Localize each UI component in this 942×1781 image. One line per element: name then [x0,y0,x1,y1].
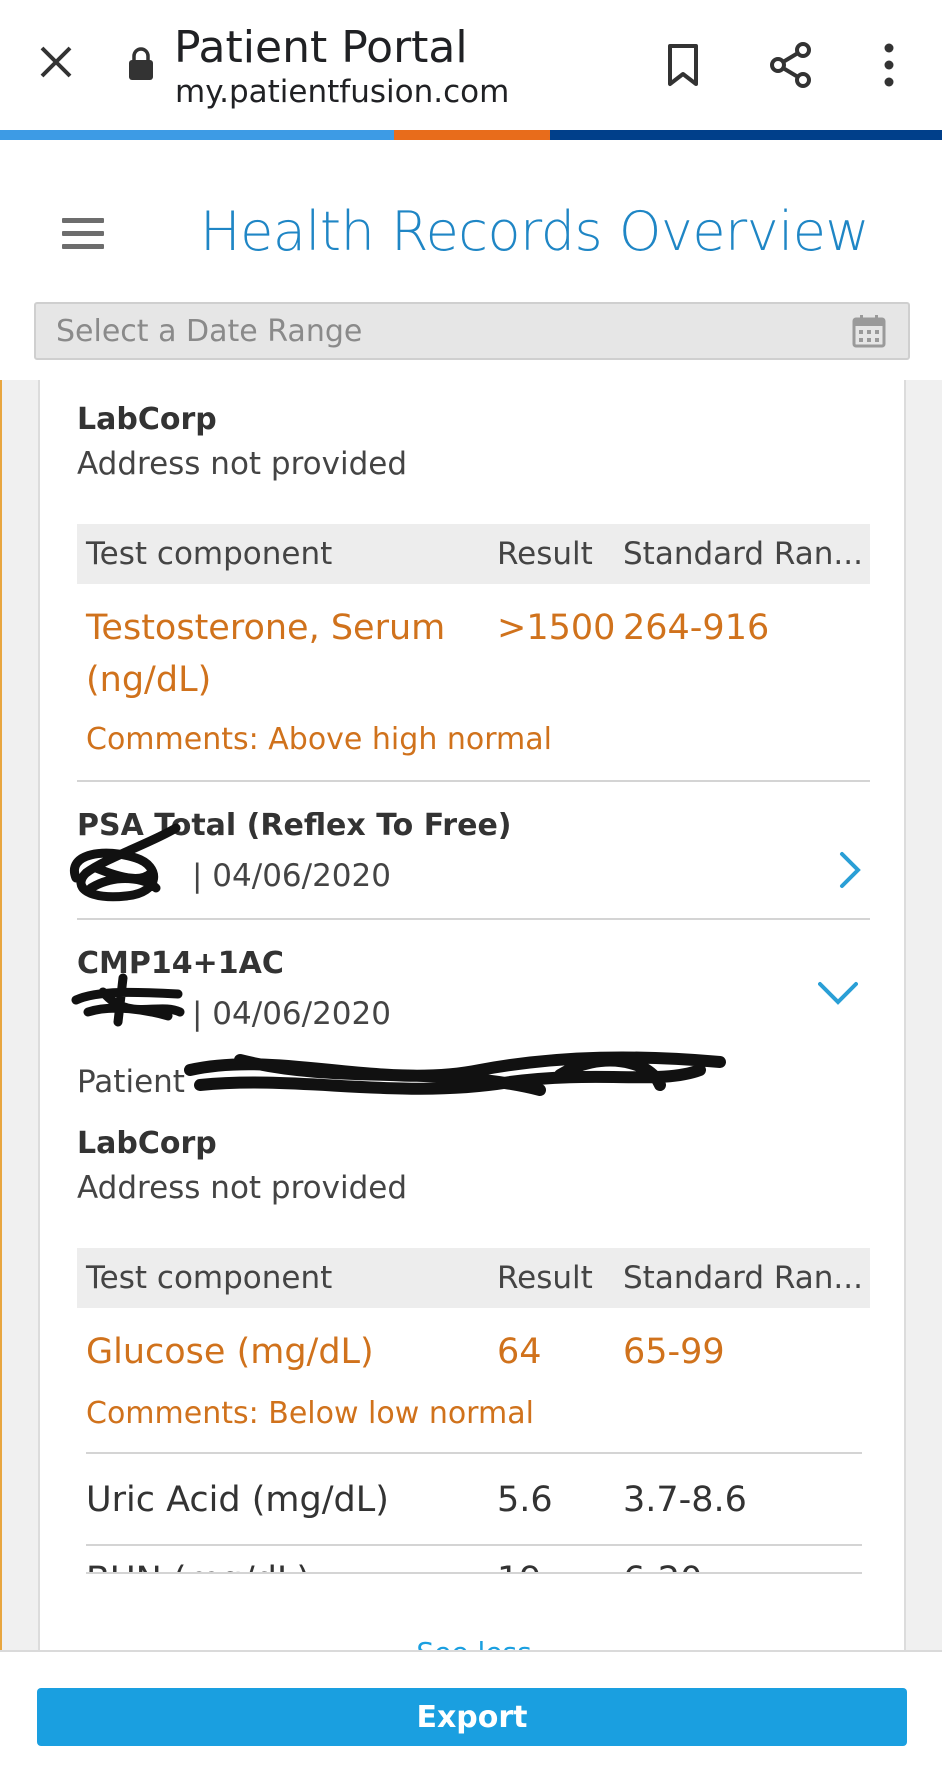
column-header-result: Result [497,1260,593,1296]
calendar-icon[interactable] [852,314,886,348]
lab-name: LabCorp [77,1126,217,1161]
share-icon[interactable] [766,40,816,90]
result-range: 264-916 [623,608,770,648]
table-header: Test component Result Standard Ran... [77,524,870,584]
lab-name: LabCorp [77,402,217,437]
redaction-scribble [70,823,181,902]
result-comment: Comments: Above high normal [86,722,552,757]
column-header-range: Standard Ran... [623,536,863,572]
chevron-right-icon[interactable] [830,850,870,890]
table-row-clipped: BUN (mg/dL) 19 6-20 [40,1550,908,1572]
page-load-progress [0,130,942,140]
table-header: Test component Result Standard Ran... [77,1248,870,1308]
divider [86,1572,862,1574]
more-options-icon[interactable] [864,40,914,90]
close-icon[interactable] [36,42,76,82]
result-value: 5.6 [497,1480,553,1520]
column-header-result: Result [497,536,593,572]
left-accent-bar [0,380,2,1650]
result-range: 65-99 [623,1332,725,1372]
divider [86,1544,862,1546]
divider [77,918,870,920]
page-title: Health Records Overview [200,200,870,263]
result-value: 19 [497,1560,542,1572]
lock-icon [129,47,153,80]
order-date: | 04/06/2020 [192,996,391,1032]
bookmark-icon[interactable] [658,40,708,90]
lab-address: Address not provided [77,1170,408,1206]
order-date: | 04/06/2020 [192,858,391,894]
browser-toolbar: Patient Portal my.patientfusion.com [0,0,942,130]
result-value: 64 [497,1332,542,1372]
browser-page-title: Patient Portal [174,22,468,73]
chevron-down-icon[interactable] [818,972,858,1012]
footer-bar: Export [0,1650,942,1781]
column-header-component: Test component [86,1260,333,1296]
result-component: BUN (mg/dL) [86,1560,310,1572]
result-component-unit: (ng/dL) [86,660,212,700]
result-comment: Comments: Below low normal [86,1396,534,1431]
patient-info-label: Patient [77,1064,185,1100]
result-component: Uric Acid (mg/dL) [86,1480,389,1520]
lab-address: Address not provided [77,446,408,482]
result-range: 6-20 [623,1560,702,1572]
export-button[interactable]: Export [37,1688,907,1746]
result-range: 3.7-8.6 [623,1480,747,1520]
see-less-clip: See less [40,1630,908,1650]
redaction-scribble [184,1051,726,1096]
redaction-scribble [71,973,185,1027]
result-value: >1500 [497,608,616,648]
lab-results-card: LabCorp Address not provided Test compon… [38,380,906,1650]
column-header-component: Test component [86,536,333,572]
browser-url[interactable]: my.patientfusion.com [175,74,509,110]
records-scroll-area[interactable]: LabCorp Address not provided Test compon… [0,380,942,1650]
divider [77,780,870,782]
column-header-range: Standard Ran... [623,1260,863,1296]
result-component: Glucose (mg/dL) [86,1332,374,1372]
date-range-input[interactable] [36,304,908,358]
see-less-link[interactable]: See less [40,1636,908,1650]
date-range-field[interactable] [34,302,910,360]
divider [86,1452,862,1454]
menu-icon[interactable] [62,218,104,250]
result-component: Testosterone, Serum [86,608,446,648]
